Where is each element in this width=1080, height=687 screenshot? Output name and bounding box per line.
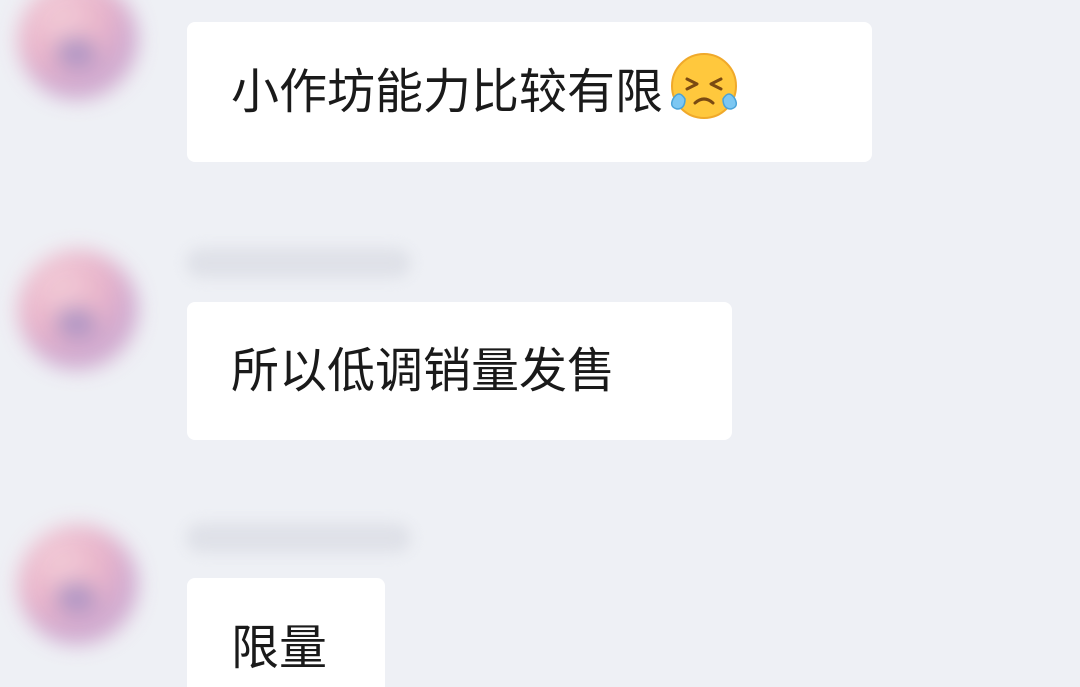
avatar[interactable] [18, 0, 138, 100]
chat-window: 小作坊能力比较有限 所以低调销量发售 限量 [0, 0, 1080, 687]
message-bubble[interactable]: 限量 [187, 578, 385, 687]
avatar[interactable] [18, 250, 138, 370]
message-text: 小作坊能力比较有限 [231, 64, 664, 120]
message-text: 所以低调销量发售 [231, 343, 616, 399]
message-text: 限量 [231, 620, 328, 676]
message-bubble[interactable]: 所以低调销量发售 [187, 302, 732, 440]
message-bubble[interactable]: 小作坊能力比较有限 [187, 22, 872, 162]
avatar[interactable] [18, 525, 138, 645]
sender-name [186, 248, 411, 278]
crying-laughing-face-emoji-icon [665, 49, 743, 135]
sender-name [186, 523, 411, 553]
